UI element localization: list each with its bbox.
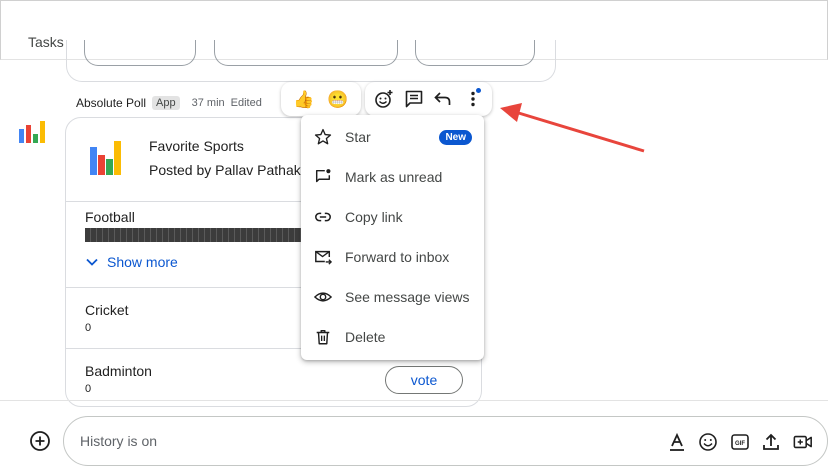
grimacing-reaction[interactable]: 😬 [327, 91, 348, 108]
upload-icon[interactable] [761, 432, 781, 452]
star-icon [313, 127, 333, 147]
option-count-badminton: 0 [85, 383, 92, 395]
avatar-bar-red [26, 125, 31, 143]
message-input[interactable]: History is on GIF [63, 416, 828, 466]
previous-card-button[interactable] [214, 40, 398, 66]
forward-mail-icon [313, 247, 333, 267]
logo-bar-yellow [114, 141, 121, 175]
sender-name[interactable]: Absolute Poll [76, 96, 146, 110]
message-actions [365, 82, 492, 116]
menu-item-star[interactable]: Star New [301, 117, 484, 157]
video-meeting-icon[interactable] [793, 432, 813, 452]
reply-in-thread-icon[interactable] [403, 88, 425, 110]
quote-reply-icon[interactable] [432, 88, 454, 110]
menu-item-mark-unread[interactable]: Mark as unread [301, 157, 484, 197]
option-name-badminton: Badminton [85, 363, 152, 379]
mark-unread-icon [313, 167, 333, 187]
show-more-label: Show more [107, 254, 178, 270]
option-name-cricket: Cricket [85, 302, 129, 318]
message-time: 37 min [191, 97, 225, 109]
vote-button[interactable]: vote [385, 366, 463, 394]
poll-title: Favorite Sports [149, 138, 244, 154]
quick-reactions: 👍 😬 [281, 82, 361, 116]
message-meta: Absolute Poll App 37 min Edited [76, 96, 262, 110]
add-attachment-icon[interactable] [29, 430, 51, 452]
link-icon [313, 207, 333, 227]
eye-icon [313, 287, 333, 307]
logo-bar-green [106, 159, 113, 175]
menu-item-forward-inbox[interactable]: Forward to inbox [301, 237, 484, 277]
message-placeholder: History is on [80, 433, 158, 449]
thumbs-up-reaction[interactable]: 👍 [293, 91, 314, 108]
chevron-down-icon [86, 258, 98, 266]
menu-item-label: Forward to inbox [345, 249, 450, 265]
menu-item-label: Delete [345, 329, 386, 345]
show-more-link[interactable]: Show more [85, 254, 178, 270]
logo-bar-red [98, 155, 105, 175]
emoji-icon[interactable] [698, 432, 718, 452]
menu-item-copy-link[interactable]: Copy link [301, 197, 484, 237]
new-badge: New [439, 130, 472, 145]
sender-avatar[interactable] [19, 121, 45, 143]
poll-author: Posted by Pallav Pathak [149, 162, 301, 178]
tasks-title: Tasks [28, 34, 64, 50]
option-count-cricket: 0 [85, 322, 92, 334]
annotation-arrow-icon [500, 103, 645, 153]
menu-item-label: Copy link [345, 209, 403, 225]
avatar-bar-green [33, 134, 38, 143]
menu-item-message-views[interactable]: See message views [301, 277, 484, 317]
menu-item-label: See message views [345, 289, 470, 305]
option-name-football: Football [85, 209, 135, 225]
poll-logo [90, 141, 128, 175]
menu-item-delete[interactable]: Delete [301, 317, 484, 357]
gif-icon[interactable]: GIF [730, 432, 750, 452]
more-options-menu: Star New Mark as unread Copy link Forwar… [301, 115, 484, 360]
menu-item-label: Mark as unread [345, 169, 443, 185]
logo-bar-blue [90, 147, 97, 175]
menu-item-label: Star [345, 129, 371, 145]
avatar-bar-yellow [40, 121, 45, 143]
more-options-icon[interactable] [462, 88, 484, 110]
text-format-icon[interactable] [667, 432, 687, 452]
previous-card-button[interactable] [415, 40, 535, 66]
trash-icon [313, 327, 333, 347]
avatar-bar-blue [19, 129, 24, 143]
svg-text:GIF: GIF [735, 441, 745, 447]
app-badge: App [152, 96, 180, 110]
add-reaction-icon[interactable] [373, 88, 395, 110]
previous-card-button[interactable] [84, 40, 196, 66]
edited-label: Edited [230, 97, 262, 109]
